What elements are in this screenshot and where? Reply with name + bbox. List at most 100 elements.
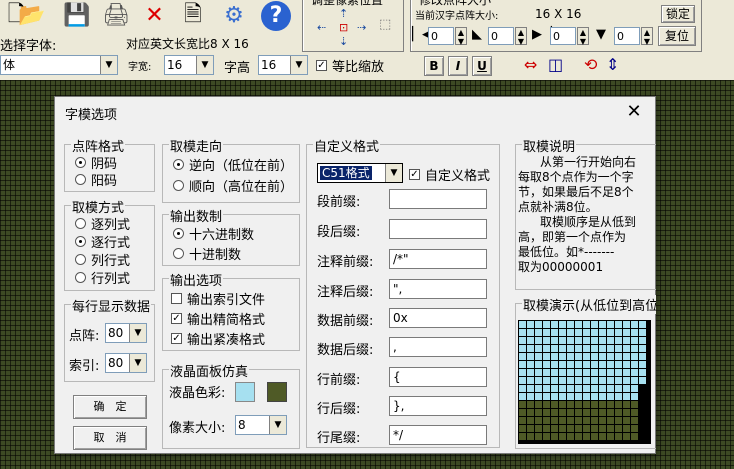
flip-vertical-icon[interactable]: ⇕ [606, 55, 619, 74]
lcd-pixel [559, 417, 566, 424]
radio-column[interactable]: 逐列式 [75, 214, 130, 233]
lcd-pixel [543, 361, 550, 368]
align-right-icon: ▶▕ [532, 27, 552, 42]
lcd-light-color-swatch[interactable] [235, 382, 255, 402]
radio-row[interactable]: 逐行式 [75, 232, 130, 251]
open-folder-icon[interactable]: 📂 [14, 0, 50, 31]
document-icon[interactable]: 🗎 [178, 0, 208, 31]
checkbox-tight-format[interactable]: ✓ 输出紧凑格式 [171, 329, 265, 348]
lcd-pixel [583, 393, 590, 400]
center-icon[interactable]: ⊡ [339, 21, 348, 34]
checkbox-index-file[interactable]: 输出索引文件 [171, 289, 265, 308]
spin-right-arrows[interactable]: ▲ ▼ [577, 27, 589, 46]
direction-group: 取模走向 逆向（低位在前） 顺向（高位在前） [162, 136, 300, 203]
gear-icon[interactable]: ⚙ [214, 0, 254, 31]
spin-left-input[interactable]: 0 [428, 27, 454, 45]
radio-selected-icon [75, 157, 86, 168]
lcd-pixel [639, 385, 646, 392]
reset-position-icon[interactable]: ⬚ [379, 17, 391, 32]
lcd-pixel [567, 425, 574, 432]
mirror-icon[interactable]: ◫ [548, 55, 563, 74]
cancel-button[interactable]: 取 消 [73, 426, 147, 450]
spin-right-input[interactable]: 0 [550, 27, 576, 45]
lcd-pixel [567, 377, 574, 384]
data-prefix-input[interactable]: 0x [389, 308, 487, 328]
font-select[interactable]: 体 ▼ [0, 55, 118, 75]
line-prefix-input[interactable]: { [389, 367, 487, 387]
spin-left-arrows[interactable]: ▲ ▼ [455, 27, 467, 46]
radio-label: 行列式 [91, 272, 131, 287]
radio-hex[interactable]: 十六进制数 [173, 224, 254, 243]
radio-reverse[interactable]: 逆向（低位在前） [173, 155, 293, 174]
lcd-pixel [551, 393, 558, 400]
segment-prefix-input[interactable] [389, 189, 487, 209]
checkbox-compact-format[interactable]: ✓ 输出精简格式 [171, 309, 265, 328]
save-icon[interactable]: 💾 [60, 0, 94, 31]
bold-button[interactable]: B [424, 56, 444, 76]
print-icon[interactable]: 🖨 [96, 0, 136, 31]
rotate-icon[interactable]: ⟲ [584, 55, 597, 74]
radio-icon [173, 248, 184, 259]
dot-per-line-select[interactable]: 80 ▼ [105, 323, 147, 343]
move-down-icon[interactable]: ⇣ [339, 35, 348, 48]
format-select[interactable]: C51格式 ▼ [317, 163, 403, 183]
lcd-pixel [575, 385, 582, 392]
line-suffix-input[interactable]: }, [389, 396, 487, 416]
comment-suffix-input[interactable]: ", [389, 279, 487, 299]
index-per-line-select[interactable]: 80 ▼ [105, 353, 147, 373]
explanation-line: 取为00000001 [518, 260, 604, 274]
move-left-icon[interactable]: ⇠ [317, 21, 326, 34]
radio-column-row[interactable]: 列行式 [75, 250, 130, 269]
lcd-pixel [535, 345, 542, 352]
close-icon[interactable]: ✕ [621, 100, 647, 124]
equal-ratio-checkbox[interactable]: ✓ 等比缩放 [316, 56, 384, 75]
lcd-pixel [567, 345, 574, 352]
radio-decimal[interactable]: 十进制数 [173, 244, 241, 263]
height-select-value: 16 [261, 58, 277, 72]
data-suffix-input[interactable]: , [389, 337, 487, 357]
direction-options: 逆向（低位在前） 顺向（高位在前） [163, 145, 298, 201]
spin-top-arrows[interactable]: ▲ ▼ [515, 27, 527, 46]
spin-bottom-input[interactable]: 0 [614, 27, 640, 45]
italic-button[interactable]: I [448, 56, 468, 76]
radio-positive[interactable]: 阳码 [75, 170, 117, 189]
index-label: 索引: [69, 359, 100, 374]
custom-format-checkbox[interactable]: ✓ 自定义格式 [409, 165, 490, 184]
radio-row-column[interactable]: 行列式 [75, 268, 130, 287]
format-select-value: C51格式 [320, 166, 372, 180]
line-end-input[interactable]: */ [389, 425, 487, 445]
chevron-down-icon: ▼ [100, 56, 117, 74]
radio-label: 逐列式 [91, 218, 131, 233]
lcd-pixel [527, 385, 534, 392]
delete-icon[interactable]: ✕ [138, 0, 171, 31]
move-right-icon[interactable]: ⇢ [357, 21, 366, 34]
width-select[interactable]: 16 ▼ [164, 55, 214, 75]
segment-suffix-input[interactable] [389, 219, 487, 239]
height-select[interactable]: 16 ▼ [258, 55, 308, 75]
lock-size-button[interactable]: 锁定 [661, 5, 695, 23]
equal-ratio-label: 等比缩放 [332, 60, 385, 75]
lcd-pixel [591, 393, 598, 400]
lcd-pixel [623, 385, 630, 392]
reset-button[interactable]: 复位 [658, 26, 696, 46]
spin-top-input[interactable]: 0 [488, 27, 514, 45]
lcd-dark-color-swatch[interactable] [267, 382, 287, 402]
explanation-group: 取模说明 从第一行开始向右 每取8个点作为一个字 节，如果最后不足8个 点就补满… [515, 136, 656, 290]
lcd-pixel [551, 345, 558, 352]
lcd-pixel [591, 417, 598, 424]
lcd-pixel [519, 329, 526, 336]
help-icon[interactable]: ? [256, 0, 296, 31]
pixel-size-select[interactable]: 8 ▼ [235, 415, 287, 435]
flip-horizontal-icon[interactable]: ⇔ [524, 55, 537, 74]
lcd-pixel [631, 401, 638, 408]
move-up-icon[interactable]: ⇡ [339, 7, 348, 20]
radio-forward[interactable]: 顺向（高位在前） [173, 176, 293, 195]
underline-button[interactable]: U [472, 56, 492, 76]
lcd-pixel [607, 377, 614, 384]
ok-button[interactable]: 确 定 [73, 395, 147, 419]
comment-prefix-input[interactable]: /*" [389, 249, 487, 269]
spin-bottom-arrows[interactable]: ▲ ▼ [641, 27, 653, 46]
lcd-pixel [599, 393, 606, 400]
lcd-pixel [519, 409, 526, 416]
lcd-pixel [535, 385, 542, 392]
